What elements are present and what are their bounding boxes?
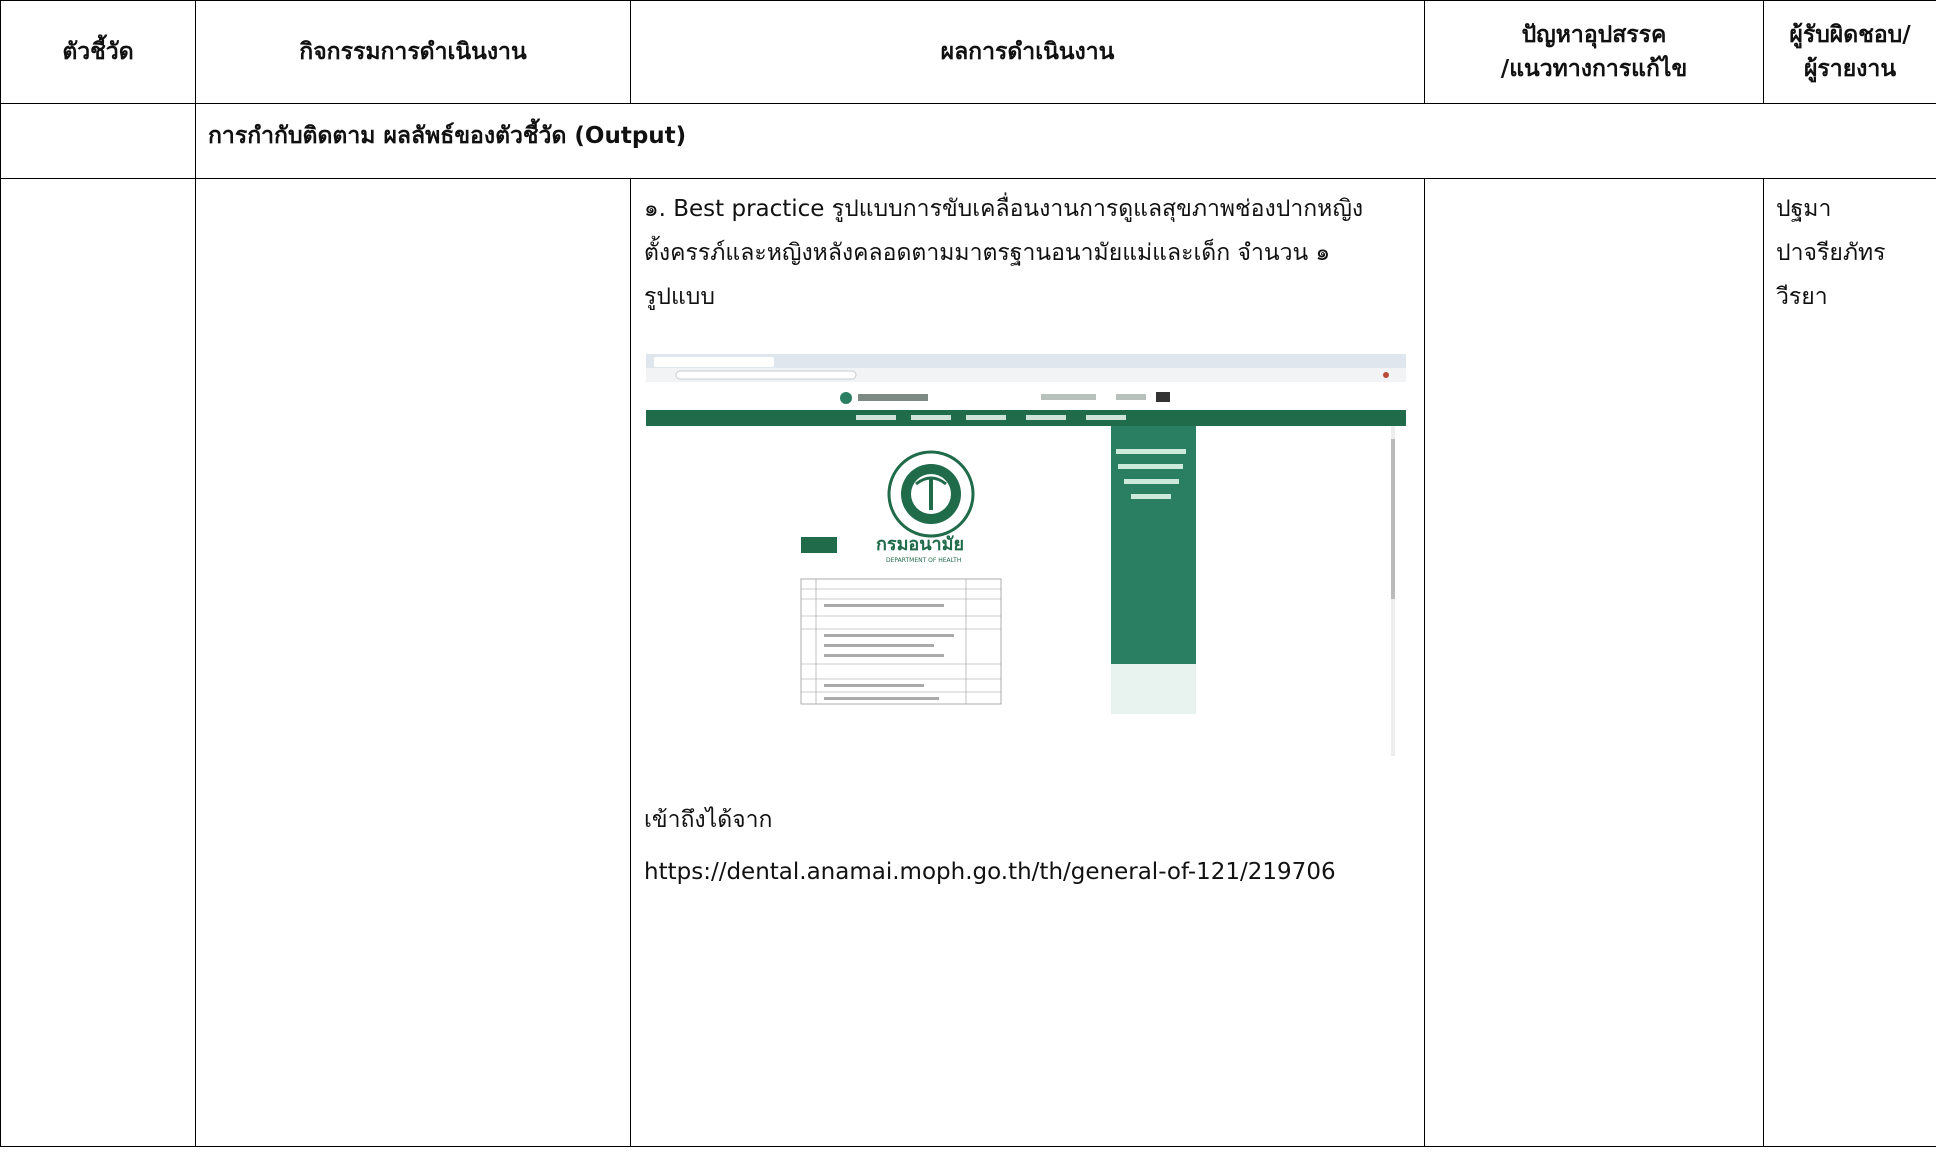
responsible-line3: วีรยา: [1776, 284, 1828, 310]
section-title: การกำกับติดตาม ผลลัพธ์ของตัวชี้วัด (Outp…: [195, 103, 1936, 179]
result-url[interactable]: https://dental.anamai.moph.go.th/th/gene…: [644, 850, 1414, 894]
header-problem: ปัญหาอุปสรรค /แนวทางการแก้ไข: [1424, 0, 1764, 104]
logo-subtext: DEPARTMENT OF HEALTH: [886, 557, 961, 564]
header-problem-line2: /แนวทางการแก้ไข: [1500, 56, 1688, 82]
result-line1: ๑. Best practice รูปแบบการขับเคลื่อนงานก…: [644, 196, 1364, 222]
problem-cell: [1424, 178, 1764, 1147]
result-cell: ๑. Best practice รูปแบบการขับเคลื่อนงานก…: [630, 178, 1425, 1147]
responsible-line1: ปฐมา: [1776, 196, 1832, 222]
header-problem-line1: ปัญหาอุปสรรค: [1521, 22, 1667, 48]
logo-text: กรมอนามัย: [876, 534, 964, 555]
indicator-cell: [0, 103, 196, 179]
header-row: ตัวชี้วัด กิจกรรมการดำเนินงาน ผลการดำเนิ…: [0, 0, 1936, 104]
report-table: ตัวชี้วัด กิจกรรมการดำเนินงาน ผลการดำเนิ…: [0, 0, 1936, 1147]
header-indicator: ตัวชี้วัด: [0, 0, 196, 104]
header-activity: กิจกรรมการดำเนินงาน: [195, 0, 631, 104]
result-line2: ตั้งครรภ์และหญิงหลังคลอดตามมาตรฐานอนามัย…: [644, 240, 1331, 266]
section-row: การกำกับติดตาม ผลลัพธ์ของตัวชี้วัด (Outp…: [0, 103, 1936, 179]
header-responsible-line2: ผู้รายงาน: [1803, 56, 1897, 82]
activity-cell: [195, 178, 631, 1147]
header-responsible: ผู้รับผิดชอบ/ ผู้รายงาน: [1763, 0, 1936, 104]
side-panel: [1111, 426, 1196, 676]
responsible-line2: ปาจรียภัทร: [1776, 240, 1886, 266]
result-line3: รูปแบบ: [644, 284, 715, 310]
indicator-cell-body: [0, 178, 196, 1147]
website-screenshot: กรมอนามัย DEPARTMENT OF HEALTH: [646, 354, 1406, 764]
header-result: ผลการดำเนินงาน: [630, 0, 1425, 104]
responsible-cell: ปฐมา ปาจรียภัทร วีรยา: [1763, 178, 1936, 1147]
result-row: ๑. Best practice รูปแบบการขับเคลื่อนงานก…: [0, 178, 1936, 1147]
header-responsible-line1: ผู้รับผิดชอบ/: [1789, 22, 1911, 48]
access-label: เข้าถึงได้จาก: [644, 807, 773, 833]
